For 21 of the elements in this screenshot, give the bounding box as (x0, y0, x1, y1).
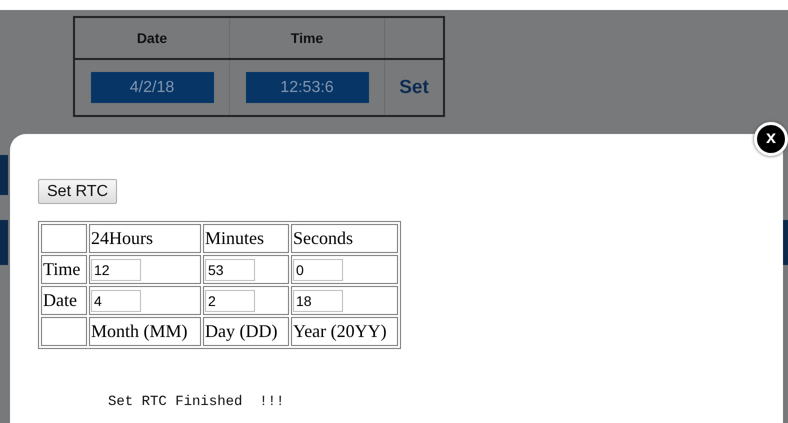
row-label: Date (43, 290, 77, 310)
date-field[interactable]: 4/2/18 (90, 72, 214, 103)
input-field[interactable]: 0 (293, 258, 343, 280)
status-message: Set RTC Finished !!! (108, 394, 284, 410)
column-caption: Day (DD) (205, 321, 278, 341)
row-label: Time (43, 259, 80, 279)
input-field[interactable]: 2 (205, 290, 255, 312)
column-header: 24Hours (91, 228, 153, 248)
set-rtc-button[interactable]: Set RTC (38, 179, 118, 204)
input-field[interactable]: 53 (205, 258, 255, 280)
column-header: Seconds (293, 228, 353, 248)
time-field[interactable]: 12:53:6 (246, 72, 368, 103)
background-bar (0, 155, 8, 195)
column-header: Minutes (205, 228, 264, 248)
background-bar (783, 220, 788, 265)
input-field[interactable]: 4 (91, 290, 141, 312)
column-caption: Year (20YY) (293, 321, 387, 341)
input-field[interactable]: 12 (91, 258, 141, 280)
column-caption: Month (MM) (91, 321, 188, 341)
input-field[interactable]: 18 (293, 290, 343, 312)
background-bar (0, 220, 8, 265)
